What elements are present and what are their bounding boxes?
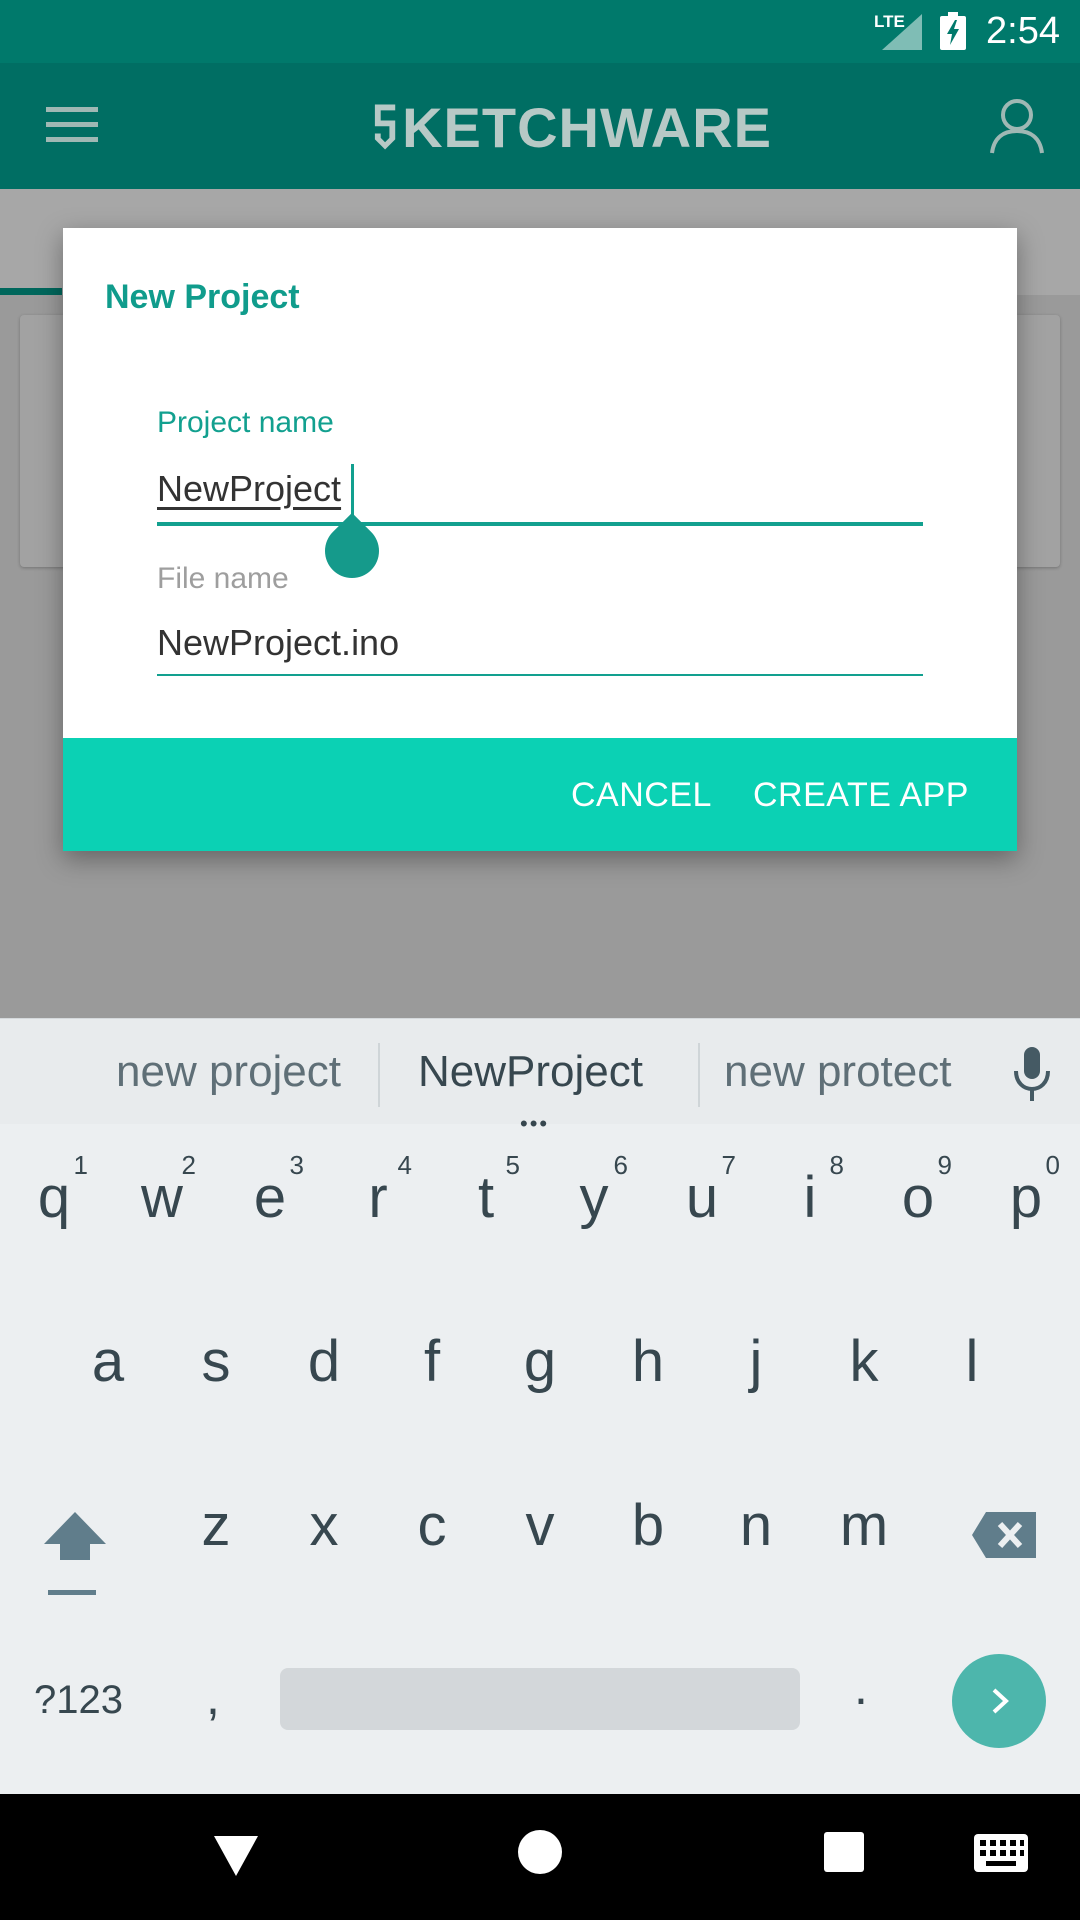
keyboard-switch-icon[interactable] — [974, 1834, 1028, 1872]
sketchware-logo: KETCHWARE — [372, 87, 772, 167]
key-letter: n — [739, 1493, 773, 1558]
key-c[interactable]: c — [382, 1460, 482, 1580]
key-o[interactable]: 9o — [868, 1132, 968, 1252]
key-letter: x — [309, 1493, 339, 1558]
project-name-input[interactable]: NewProject — [157, 468, 341, 510]
app-bar: KETCHWARE — [0, 63, 1080, 189]
battery-charging-icon — [940, 12, 966, 50]
key-letter: e — [253, 1165, 287, 1230]
text-cursor — [351, 464, 354, 516]
suggestion-divider — [378, 1043, 380, 1107]
key-letter: p — [1009, 1165, 1043, 1230]
key-letter: m — [839, 1493, 889, 1558]
key-p[interactable]: 0p — [976, 1132, 1076, 1252]
key-z[interactable]: z — [166, 1460, 266, 1580]
key-r[interactable]: 4r — [328, 1132, 428, 1252]
file-name-field[interactable]: File name NewProject.ino — [157, 562, 923, 692]
project-name-field[interactable]: Project name NewProject — [157, 406, 923, 590]
menu-icon[interactable] — [46, 103, 98, 147]
create-app-button[interactable]: CREATE APP — [753, 776, 969, 815]
file-name-underline — [157, 674, 923, 676]
microphone-icon[interactable] — [1010, 1047, 1054, 1103]
project-name-underline — [157, 522, 923, 526]
recents-nav-icon[interactable] — [824, 1832, 864, 1872]
project-name-label: Project name — [157, 406, 334, 439]
key-letter: v — [525, 1493, 555, 1558]
key-letter: j — [749, 1329, 763, 1394]
key-q[interactable]: 1q — [4, 1132, 104, 1252]
key-letter: b — [631, 1493, 665, 1558]
key-n[interactable]: n — [706, 1460, 806, 1580]
key-letter: z — [201, 1493, 231, 1558]
symbols-key[interactable]: ?123 — [34, 1678, 123, 1723]
enter-key[interactable] — [952, 1654, 1046, 1748]
key-l[interactable]: l — [922, 1296, 1022, 1416]
back-nav-icon[interactable] — [212, 1834, 260, 1878]
key-letter: d — [307, 1329, 341, 1394]
file-name-input[interactable]: NewProject.ino — [157, 622, 399, 664]
key-letter: u — [685, 1165, 719, 1230]
suggestion-3[interactable]: new protect — [724, 1047, 951, 1097]
suggestion-divider — [698, 1043, 700, 1107]
key-letter: h — [631, 1329, 665, 1394]
comma-key[interactable]: , — [206, 1668, 220, 1726]
period-key[interactable]: . — [854, 1658, 868, 1716]
key-a[interactable]: a — [58, 1296, 158, 1416]
navigation-bar — [0, 1794, 1080, 1920]
clock: 2:54 — [986, 10, 1060, 52]
status-bar: LTE 2:54 — [0, 0, 1080, 63]
key-letter: l — [965, 1329, 979, 1394]
key-j[interactable]: j — [706, 1296, 806, 1416]
key-i[interactable]: 8i — [760, 1132, 860, 1252]
key-y[interactable]: 6y — [544, 1132, 644, 1252]
key-letter: w — [141, 1165, 183, 1230]
soft-keyboard: new project NewProject new protect ••• 1… — [0, 1018, 1080, 1794]
key-letter: a — [91, 1329, 125, 1394]
suggestion-2[interactable]: NewProject — [418, 1047, 643, 1097]
dialog-actions: CANCEL CREATE APP — [63, 738, 1017, 851]
suggestion-strip: new project NewProject new protect ••• — [0, 1018, 1080, 1136]
suggestion-1[interactable]: new project — [116, 1047, 341, 1097]
key-letter: g — [523, 1329, 557, 1394]
key-letter: o — [901, 1165, 935, 1230]
key-s[interactable]: s — [166, 1296, 266, 1416]
space-bar[interactable] — [280, 1668, 800, 1730]
key-letter: i — [803, 1165, 817, 1230]
key-h[interactable]: h — [598, 1296, 698, 1416]
user-icon[interactable] — [988, 97, 1046, 155]
logo-text: KETCHWARE — [402, 95, 772, 159]
key-e[interactable]: 3e — [220, 1132, 320, 1252]
tab-indicator — [0, 288, 62, 295]
key-g[interactable]: g — [490, 1296, 590, 1416]
key-w[interactable]: 2w — [112, 1132, 212, 1252]
key-m[interactable]: m — [814, 1460, 914, 1580]
key-letter: q — [37, 1165, 71, 1230]
key-k[interactable]: k — [814, 1296, 914, 1416]
key-x[interactable]: x — [274, 1460, 374, 1580]
dialog-title: New Project — [105, 278, 300, 316]
key-letter: y — [579, 1165, 609, 1230]
key-letter: f — [423, 1329, 441, 1394]
signal-icon — [882, 14, 922, 50]
key-t[interactable]: 5t — [436, 1132, 536, 1252]
home-nav-icon[interactable] — [518, 1830, 562, 1874]
key-letter: r — [368, 1165, 388, 1230]
backspace-icon[interactable] — [970, 1510, 1038, 1560]
key-v[interactable]: v — [490, 1460, 590, 1580]
chevron-right-icon — [992, 1688, 1009, 1714]
key-u[interactable]: 7u — [652, 1132, 752, 1252]
key-letter: c — [417, 1493, 447, 1558]
key-letter: s — [201, 1329, 231, 1394]
key-f[interactable]: f — [382, 1296, 482, 1416]
cancel-button[interactable]: CANCEL — [571, 776, 712, 815]
key-b[interactable]: b — [598, 1460, 698, 1580]
key-d[interactable]: d — [274, 1296, 374, 1416]
key-letter: t — [477, 1165, 495, 1230]
logo-mark-icon — [374, 104, 396, 150]
file-name-label: File name — [157, 562, 289, 595]
new-project-dialog: New Project Project name NewProject File… — [63, 228, 1017, 851]
shift-icon[interactable] — [42, 1508, 108, 1598]
key-letter: k — [849, 1329, 879, 1394]
